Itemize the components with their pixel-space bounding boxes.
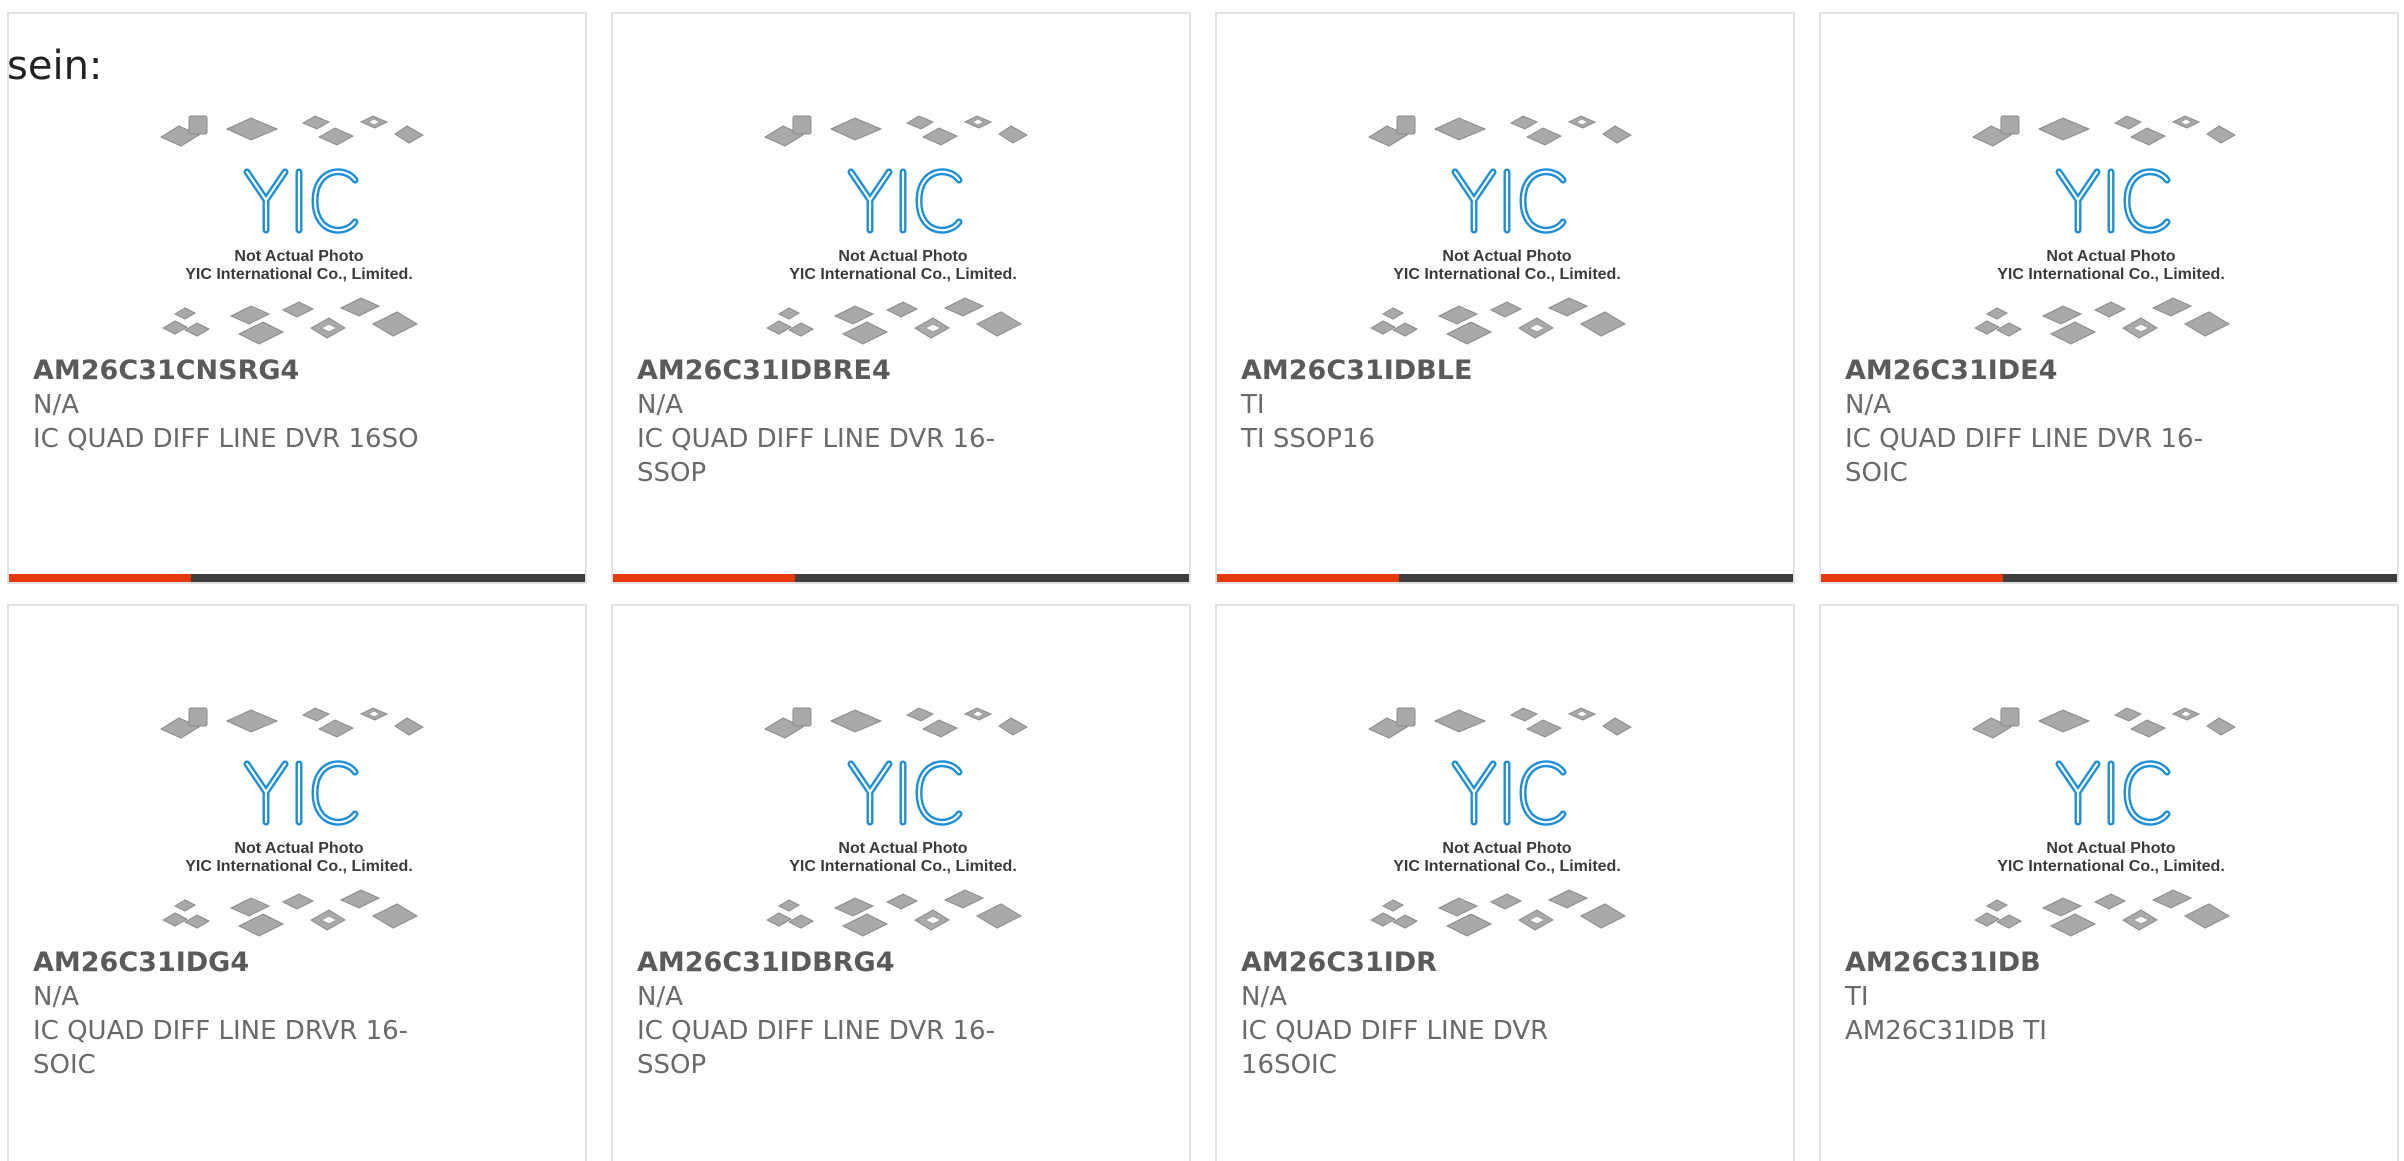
- part-number-link[interactable]: AM26C31IDB: [1845, 946, 2255, 980]
- chip-packages-icon: [159, 115, 425, 345]
- product-photo-placeholder[interactable]: Not Actual Photo YIC International Co., …: [1367, 102, 1647, 350]
- card-accent-bar: [1217, 574, 1399, 582]
- part-number-link[interactable]: AM26C31IDR: [1241, 946, 1651, 980]
- product-card[interactable]: Not Actual Photo YIC International Co., …: [1819, 12, 2399, 584]
- photo-caption-line2: YIC International Co., Limited.: [1393, 858, 1621, 875]
- photo-caption-line2: YIC International Co., Limited.: [789, 266, 1017, 283]
- manufacturer-text: N/A: [33, 390, 79, 420]
- description-text: TI SSOP16: [1241, 424, 1376, 454]
- product-info: AM26C31IDBLE TI TI SSOP16: [1241, 354, 1651, 456]
- chip-packages-icon: [763, 707, 1029, 937]
- part-number-link[interactable]: AM26C31IDBRG4: [637, 946, 1047, 980]
- chip-packages-icon: [1971, 707, 2237, 937]
- product-photo-placeholder[interactable]: Not Actual Photo YIC International Co., …: [763, 102, 1043, 350]
- chip-packages-icon: [1367, 115, 1633, 345]
- part-number-link[interactable]: AM26C31IDBRE4: [637, 354, 1047, 388]
- manufacturer-text: N/A: [33, 982, 79, 1012]
- product-photo-placeholder[interactable]: Not Actual Photo YIC International Co., …: [1971, 694, 2251, 942]
- part-number-link[interactable]: AM26C31IDBLE: [1241, 354, 1651, 388]
- photo-caption-line1: Not Actual Photo: [2046, 840, 2176, 857]
- description-text: IC QUAD DIFF LINE DVR 16SO: [33, 424, 419, 454]
- photo-caption-line1: Not Actual Photo: [2046, 248, 2176, 265]
- manufacturer-text: N/A: [1845, 390, 1891, 420]
- product-info: AM26C31IDG4 N/A IC QUAD DIFF LINE DRVR 1…: [33, 946, 443, 1082]
- product-card[interactable]: Not Actual Photo YIC International Co., …: [611, 604, 1191, 1161]
- photo-caption-line1: Not Actual Photo: [838, 840, 968, 857]
- description-text: IC QUAD DIFF LINE DVR 16-SSOP: [637, 1016, 995, 1080]
- photo-caption-line2: YIC International Co., Limited.: [185, 858, 413, 875]
- part-number-link[interactable]: AM26C31CNSRG4: [33, 354, 443, 388]
- manufacturer-text: N/A: [1241, 982, 1287, 1012]
- chip-packages-icon: [763, 115, 1029, 345]
- card-bottom-bar: [9, 574, 585, 582]
- product-card[interactable]: Not Actual Photo YIC International Co., …: [7, 12, 587, 584]
- product-info: AM26C31IDE4 N/A IC QUAD DIFF LINE DVR 16…: [1845, 354, 2255, 490]
- product-photo-placeholder[interactable]: Not Actual Photo YIC International Co., …: [1367, 694, 1647, 942]
- product-card[interactable]: Not Actual Photo YIC International Co., …: [611, 12, 1191, 584]
- description-text: IC QUAD DIFF LINE DRVR 16-SOIC: [33, 1016, 409, 1080]
- description-text: AM26C31IDB TI: [1845, 1016, 2047, 1046]
- product-photo-placeholder[interactable]: Not Actual Photo YIC International Co., …: [159, 694, 439, 942]
- product-info: AM26C31IDBRG4 N/A IC QUAD DIFF LINE DVR …: [637, 946, 1047, 1082]
- product-card[interactable]: Not Actual Photo YIC International Co., …: [7, 604, 587, 1161]
- product-card[interactable]: Not Actual Photo YIC International Co., …: [1215, 604, 1795, 1161]
- photo-caption-line1: Not Actual Photo: [838, 248, 968, 265]
- description-text: IC QUAD DIFF LINE DVR 16SOIC: [1241, 1016, 1549, 1080]
- card-accent-bar: [1821, 574, 2003, 582]
- manufacturer-text: TI: [1241, 390, 1265, 420]
- manufacturer-text: N/A: [637, 390, 683, 420]
- photo-caption-line2: YIC International Co., Limited.: [1997, 266, 2225, 283]
- manufacturer-text: N/A: [637, 982, 683, 1012]
- photo-caption-line1: Not Actual Photo: [234, 840, 364, 857]
- lead-text: sein:: [7, 43, 103, 89]
- photo-caption-line2: YIC International Co., Limited.: [185, 266, 413, 283]
- chip-packages-icon: [1367, 707, 1633, 937]
- product-grid: Not Actual Photo YIC International Co., …: [7, 12, 2399, 1161]
- description-text: IC QUAD DIFF LINE DVR 16-SOIC: [1845, 424, 2203, 488]
- product-photo-placeholder[interactable]: Not Actual Photo YIC International Co., …: [1971, 102, 2251, 350]
- product-card[interactable]: Not Actual Photo YIC International Co., …: [1819, 604, 2399, 1161]
- product-info: AM26C31IDBRE4 N/A IC QUAD DIFF LINE DVR …: [637, 354, 1047, 490]
- chip-packages-icon: [1971, 115, 2237, 345]
- photo-caption-line1: Not Actual Photo: [1442, 840, 1572, 857]
- photo-caption-line2: YIC International Co., Limited.: [1393, 266, 1621, 283]
- photo-caption-line2: YIC International Co., Limited.: [789, 858, 1017, 875]
- description-text: IC QUAD DIFF LINE DVR 16-SSOP: [637, 424, 995, 488]
- product-info: AM26C31IDR N/A IC QUAD DIFF LINE DVR 16S…: [1241, 946, 1651, 1082]
- product-info: AM26C31IDB TI AM26C31IDB TI: [1845, 946, 2255, 1048]
- product-card[interactable]: Not Actual Photo YIC International Co., …: [1215, 12, 1795, 584]
- product-listing-page: sein: Not Actual Photo YIC International…: [0, 0, 2404, 1161]
- manufacturer-text: TI: [1845, 982, 1869, 1012]
- photo-caption-line2: YIC International Co., Limited.: [1997, 858, 2225, 875]
- photo-caption-line1: Not Actual Photo: [234, 248, 364, 265]
- part-number-link[interactable]: AM26C31IDG4: [33, 946, 443, 980]
- card-bottom-bar: [613, 574, 1189, 582]
- card-bottom-bar: [1217, 574, 1793, 582]
- photo-caption-line1: Not Actual Photo: [1442, 248, 1572, 265]
- product-photo-placeholder[interactable]: Not Actual Photo YIC International Co., …: [763, 694, 1043, 942]
- card-bottom-bar: [1821, 574, 2397, 582]
- product-photo-placeholder[interactable]: Not Actual Photo YIC International Co., …: [159, 102, 439, 350]
- card-accent-bar: [613, 574, 795, 582]
- card-accent-bar: [9, 574, 191, 582]
- chip-packages-icon: [159, 707, 425, 937]
- part-number-link[interactable]: AM26C31IDE4: [1845, 354, 2255, 388]
- product-info: AM26C31CNSRG4 N/A IC QUAD DIFF LINE DVR …: [33, 354, 443, 456]
